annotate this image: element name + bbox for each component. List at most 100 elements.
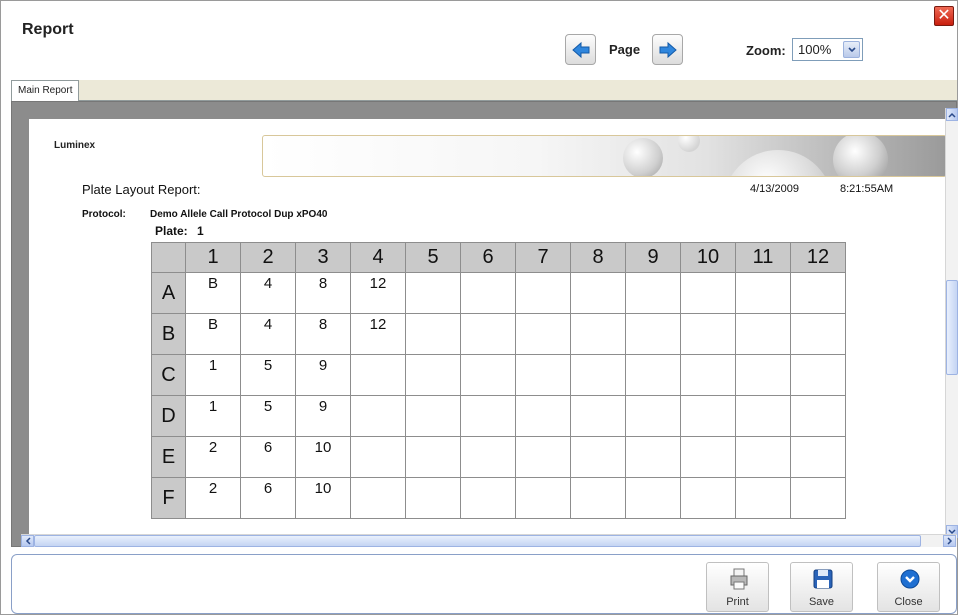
plate-well [790,272,846,314]
horizontal-scroll-thumb[interactable] [34,535,921,547]
plate-well [460,395,516,437]
scroll-left-button[interactable] [21,535,34,547]
plate-row: A B 4 8 12 [151,272,846,314]
plate-well: 4 [240,272,296,314]
plate-well [515,477,571,519]
save-button[interactable]: Save [790,562,853,612]
plate-well [790,477,846,519]
plate-well: 8 [295,272,351,314]
plate-well: 10 [295,436,351,478]
plate-well [405,272,461,314]
close-label: Close [894,596,923,608]
banner-orb [678,136,700,152]
plate-row: F 2 6 10 [151,477,846,519]
close-circle-icon [900,569,920,589]
vertical-scroll-thumb[interactable] [946,280,958,375]
plate-well: 2 [185,477,241,519]
column-header: 7 [515,242,571,273]
previous-page-button[interactable] [565,34,596,65]
plate-well [625,272,681,314]
plate-well [680,354,736,396]
plate-well: 1 [185,354,241,396]
plate-well: B [185,313,241,355]
plate-well [625,313,681,355]
plate-well [625,477,681,519]
row-header: F [151,477,186,519]
plate-row: C159 [151,354,846,396]
plate-well [570,436,626,478]
column-header: 8 [570,242,626,273]
plate-well: 5 [240,395,296,437]
plate-well [350,477,406,519]
plate-row: D159 [151,395,846,437]
plate-well: 6 [240,436,296,478]
column-header: 4 [350,242,406,273]
plate-well: 1 [185,395,241,437]
column-header: 12 [790,242,846,273]
horizontal-scrollbar[interactable] [21,534,957,547]
plate-well [680,272,736,314]
plate-well [350,436,406,478]
next-page-button[interactable] [652,34,683,65]
column-header-row: 1 2 3 4 5 6 7 8 9 10 11 12 [151,242,846,273]
plate-well [625,436,681,478]
plate-well [790,395,846,437]
plate-row: E 2 6 10 [151,436,846,478]
print-button[interactable]: Print [706,562,769,612]
plate-well [680,477,736,519]
scroll-up-button[interactable] [946,108,958,121]
close-button[interactable]: Close [877,562,940,612]
vertical-scrollbar[interactable] [945,108,958,538]
plate-well [460,436,516,478]
row-header: A [151,272,186,314]
report-time: 8:21:55AM [840,183,894,195]
floppy-disk-icon [813,569,833,589]
plate-well: 9 [295,395,351,437]
banner-orb [623,138,663,176]
column-header: 5 [405,242,461,273]
plate-well [570,477,626,519]
plate-well [735,477,791,519]
plate-well [570,395,626,437]
zoom-select[interactable]: 100% [792,38,863,61]
plate-well [790,354,846,396]
plate-well: 12 [350,313,406,355]
tab-main-report[interactable]: Main Report [11,80,80,101]
row-header: C [151,354,186,396]
zoom-label: Zoom: [746,43,786,58]
plate-well [405,477,461,519]
plate-well: 8 [295,313,351,355]
plate-well [735,313,791,355]
plate-well [405,354,461,396]
banner-orb [833,136,888,176]
save-label: Save [808,596,835,608]
row-header: B [151,313,186,355]
plate-well [405,313,461,355]
plate-well [460,477,516,519]
plate-well: B [185,272,241,314]
arrow-left-icon [572,41,590,59]
zoom-dropdown-button[interactable] [843,41,860,58]
arrow-right-icon [659,41,677,59]
plate-well [790,436,846,478]
banner-orb [723,150,833,176]
scroll-right-button[interactable] [943,535,956,547]
plate-well [680,436,736,478]
close-icon: ✕ [937,7,951,24]
page-label: Page [609,42,641,57]
report-viewer: Luminex Plate Layout Report: 4/13/2009 8… [11,101,957,547]
protocol-label: Protocol: [82,209,126,220]
plate-well [735,272,791,314]
plate-well [405,436,461,478]
protocol-value: Demo Allele Call Protocol Dup xPO40 [150,209,328,220]
report-page: Luminex Plate Layout Report: 4/13/2009 8… [29,119,947,537]
plate-layout-table: 1 2 3 4 5 6 7 8 9 10 11 12 A B 4 8 12 B B 4 8 12 C [151,242,846,519]
close-window-button[interactable]: ✕ [934,6,954,26]
column-header: 3 [295,242,351,273]
report-tabs: Main Report [11,80,957,101]
plate-well [515,272,571,314]
plate-value: 1 [197,224,204,238]
plate-well [570,354,626,396]
chevron-down-icon [848,47,856,53]
plate-well: 6 [240,477,296,519]
